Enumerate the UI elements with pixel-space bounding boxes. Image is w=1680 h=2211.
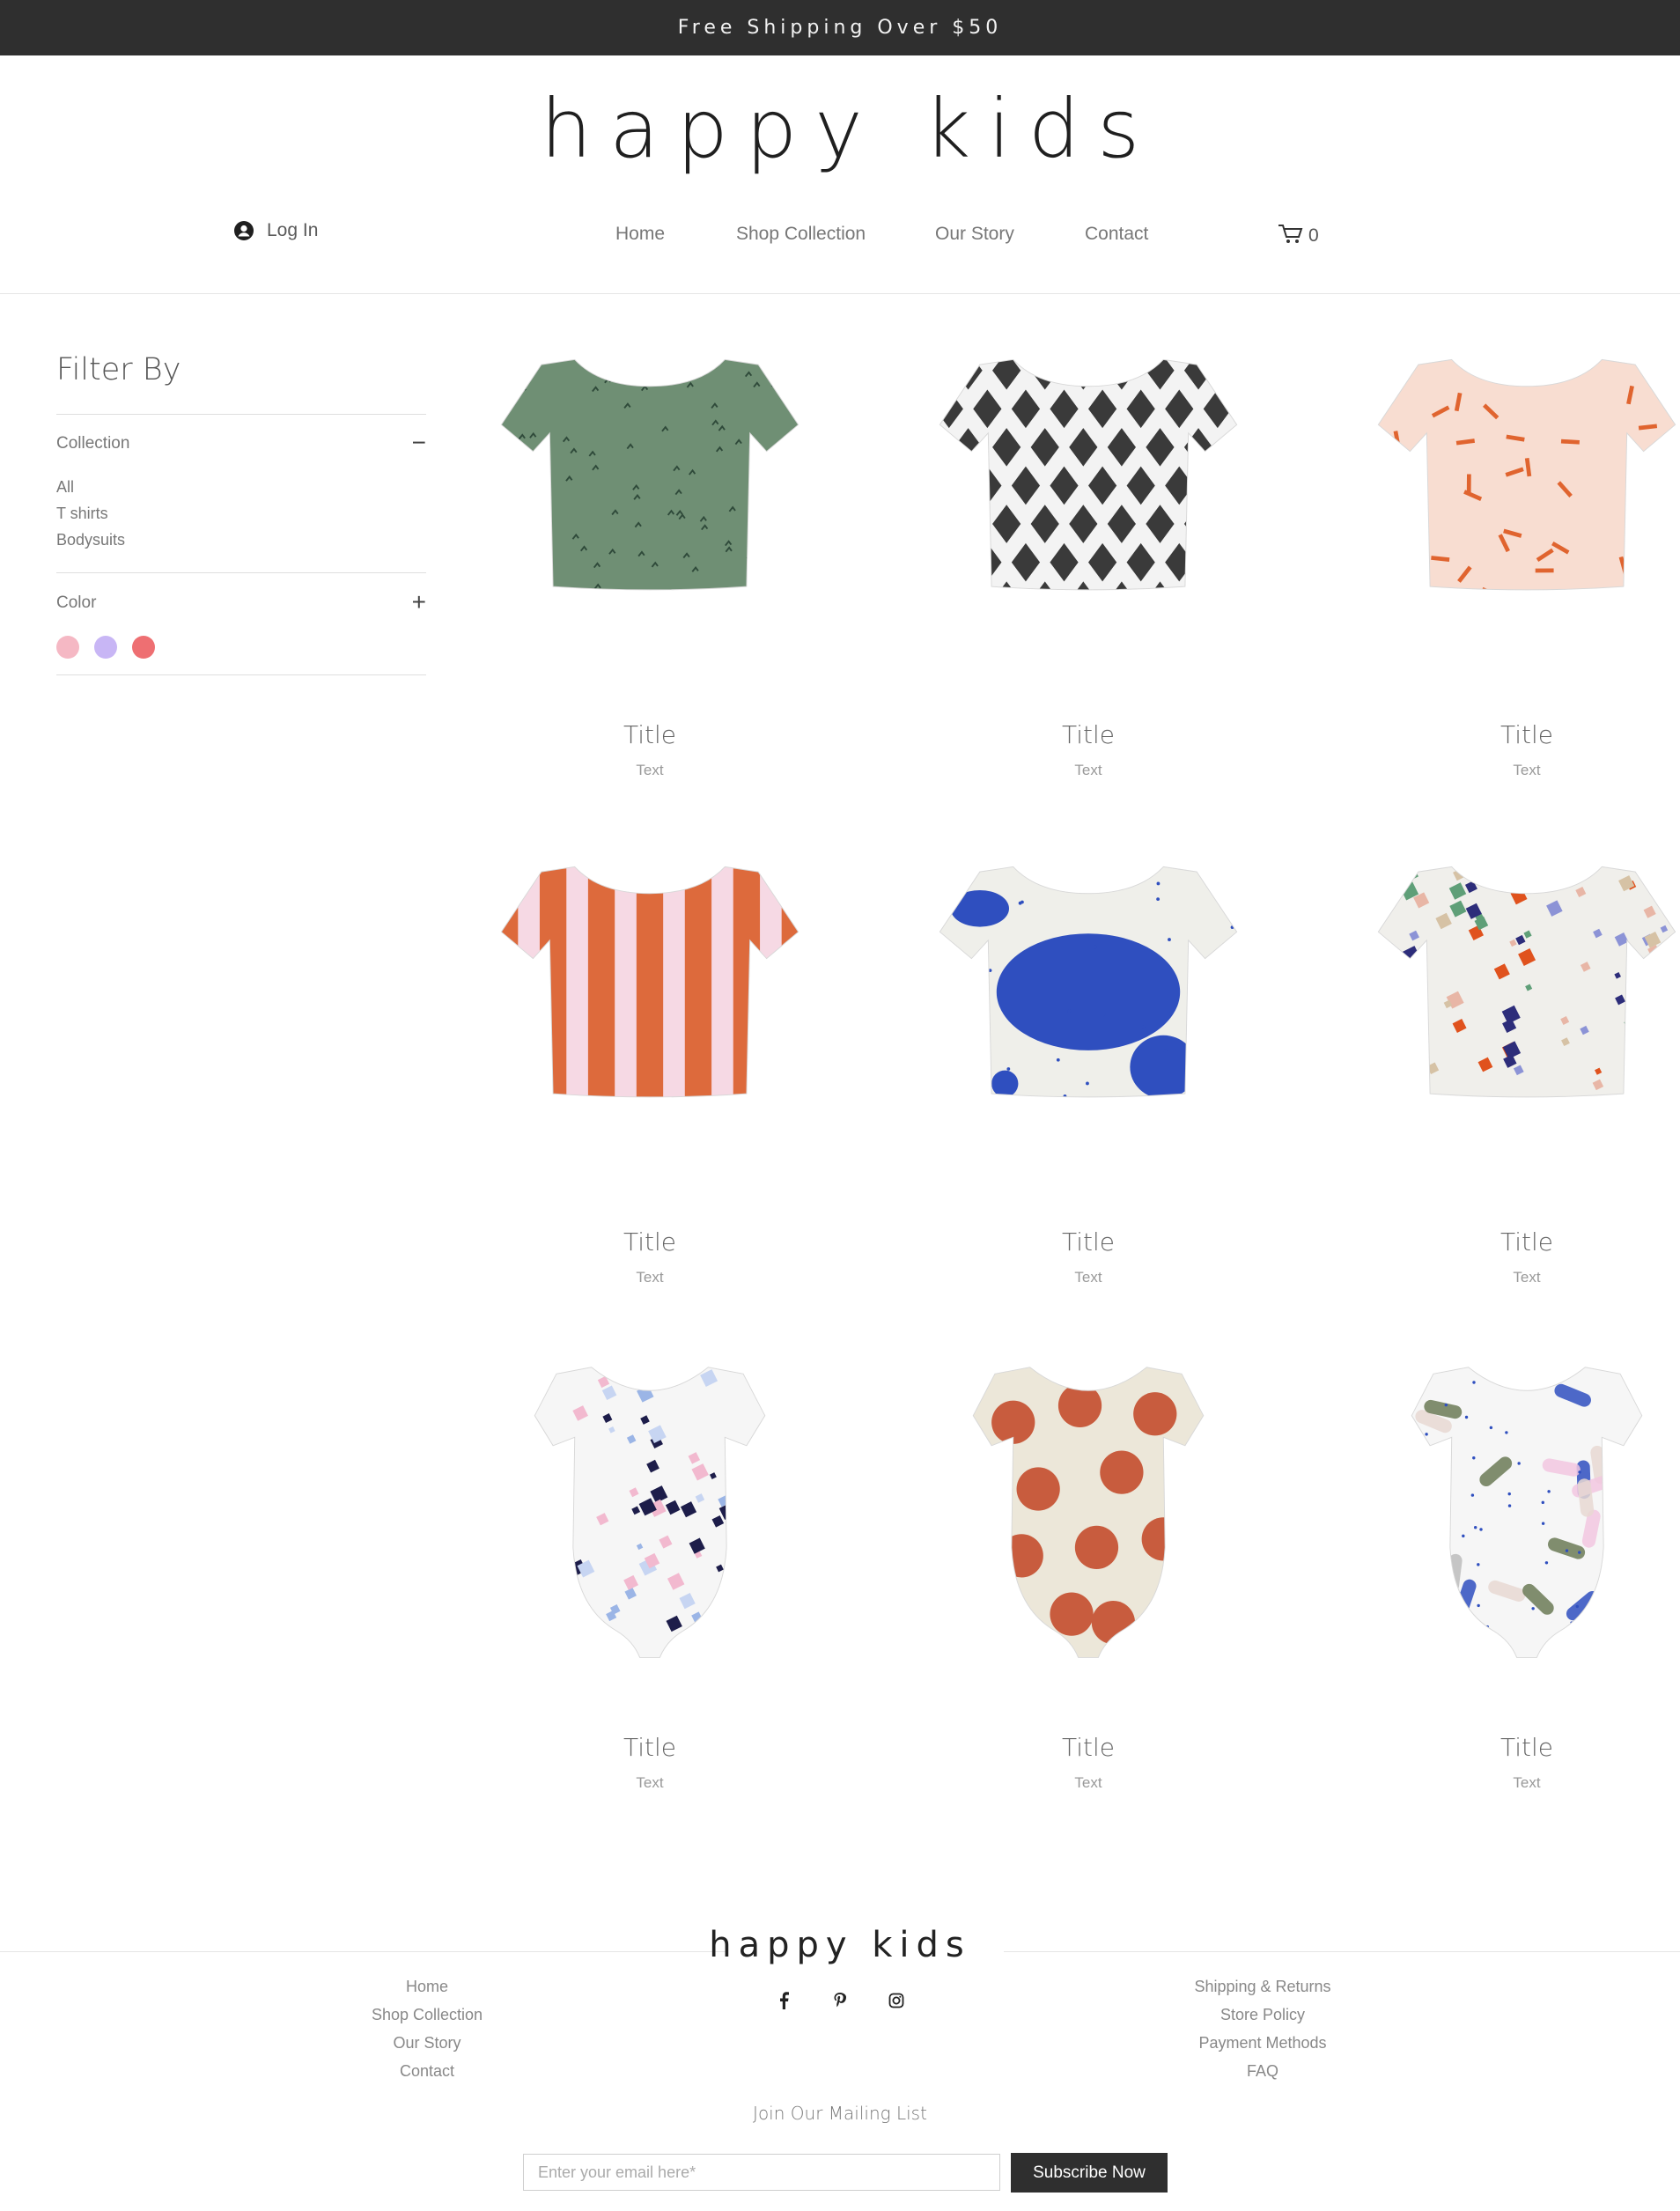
product-text: Text (1513, 1269, 1541, 1286)
product-card[interactable]: Title Text (1342, 842, 1680, 1300)
header-divider (0, 293, 1680, 294)
product-text: Text (1074, 1774, 1102, 1791)
product-text: Text (636, 1774, 664, 1791)
login-button[interactable]: Log In (233, 220, 318, 241)
login-label: Log In (267, 220, 319, 240)
filter-divider (56, 572, 426, 573)
footer-link-payment-methods[interactable]: Payment Methods (1087, 2029, 1439, 2057)
footer-link-faq[interactable]: FAQ (1087, 2057, 1439, 2085)
product-image[interactable] (465, 335, 835, 652)
product-text: Text (636, 762, 664, 778)
product-title[interactable]: Title (465, 1733, 835, 1762)
product-card[interactable]: Title Text (1342, 1347, 1680, 1805)
color-swatch-coral[interactable] (132, 636, 155, 659)
product-image[interactable] (1342, 1347, 1680, 1664)
product-title[interactable]: Title (903, 1733, 1273, 1762)
footer-links-right: Shipping & Returns Store Policy Payment … (1087, 1972, 1439, 2085)
facebook-icon[interactable] (775, 1992, 792, 2009)
product-card[interactable]: Title Text (903, 842, 1273, 1300)
product-card[interactable]: Title Text (1342, 335, 1680, 792)
footer-links-left: Home Shop Collection Our Story Contact (251, 1972, 603, 2085)
product-text: Text (1513, 1774, 1541, 1791)
footer-link-contact[interactable]: Contact (251, 2057, 603, 2085)
announcement-text: Free Shipping Over $50 (677, 17, 1003, 39)
filter-divider (56, 674, 426, 675)
product-card[interactable]: Title Text (465, 1347, 835, 1805)
product-image[interactable] (903, 1347, 1273, 1664)
nav-our-story[interactable]: Our Story (935, 224, 1014, 245)
product-title[interactable]: Title (1342, 1227, 1680, 1257)
filter-option-all[interactable]: All (56, 478, 74, 497)
product-title[interactable]: Title (465, 1227, 835, 1257)
product-card[interactable]: Title Text (465, 335, 835, 792)
product-card[interactable]: Title Text (903, 335, 1273, 792)
footer-link-store-policy[interactable]: Store Policy (1087, 2001, 1439, 2029)
product-image[interactable] (465, 1347, 835, 1664)
cart-button[interactable]: 0 (1277, 222, 1319, 250)
color-swatch-lavender[interactable] (94, 636, 117, 659)
filter-option-tshirts[interactable]: T shirts (56, 505, 108, 523)
nav-contact[interactable]: Contact (1085, 224, 1148, 245)
product-card[interactable]: Title Text (903, 1347, 1273, 1805)
nav-home[interactable]: Home (615, 224, 665, 245)
user-icon (233, 220, 254, 241)
filter-divider (56, 414, 426, 415)
product-text: Text (1513, 762, 1541, 778)
product-image[interactable] (465, 842, 835, 1159)
instagram-icon[interactable] (888, 1992, 905, 2009)
email-input[interactable] (523, 2154, 1000, 2191)
color-swatch-pink[interactable] (56, 636, 79, 659)
main-nav-row: Log In Home Shop Collection Our Story Co… (0, 220, 1680, 250)
nav-shop-collection[interactable]: Shop Collection (736, 224, 866, 245)
product-title[interactable]: Title (903, 1227, 1273, 1257)
mailing-list-title: Join Our Mailing List (753, 2103, 927, 2124)
product-title[interactable]: Title (903, 720, 1273, 749)
filter-option-bodysuits[interactable]: Bodysuits (56, 531, 125, 549)
cart-count: 0 (1308, 225, 1319, 246)
filter-collection-label: Collection (56, 434, 130, 453)
product-text: Text (636, 1269, 664, 1286)
cart-icon (1277, 222, 1305, 250)
collapse-icon[interactable]: − (412, 431, 426, 455)
product-image[interactable] (1342, 335, 1680, 652)
subscribe-button[interactable]: Subscribe Now (1011, 2153, 1168, 2193)
product-text: Text (1074, 762, 1102, 778)
expand-icon[interactable]: + (412, 590, 426, 615)
pinterest-icon[interactable] (831, 1992, 849, 2009)
filter-title: Filter By (56, 352, 181, 387)
announcement-bar: Free Shipping Over $50 (0, 0, 1680, 55)
filter-panel: Filter By Collection − All T shirts Body… (56, 352, 426, 675)
product-image[interactable] (1342, 842, 1680, 1159)
product-image[interactable] (903, 842, 1273, 1159)
product-title[interactable]: Title (1342, 720, 1680, 749)
filter-color-label: Color (56, 593, 97, 612)
footer-logo[interactable]: happy kids (0, 1925, 1680, 1965)
product-card[interactable]: Title Text (465, 842, 835, 1300)
footer-link-our-story[interactable]: Our Story (251, 2029, 603, 2057)
product-text: Text (1074, 1269, 1102, 1286)
product-image[interactable] (903, 335, 1273, 652)
product-title[interactable]: Title (465, 720, 835, 749)
product-title[interactable]: Title (1342, 1733, 1680, 1762)
site-logo[interactable]: happy kids (9, 81, 1680, 178)
footer-link-shipping-returns[interactable]: Shipping & Returns (1087, 1972, 1439, 2001)
